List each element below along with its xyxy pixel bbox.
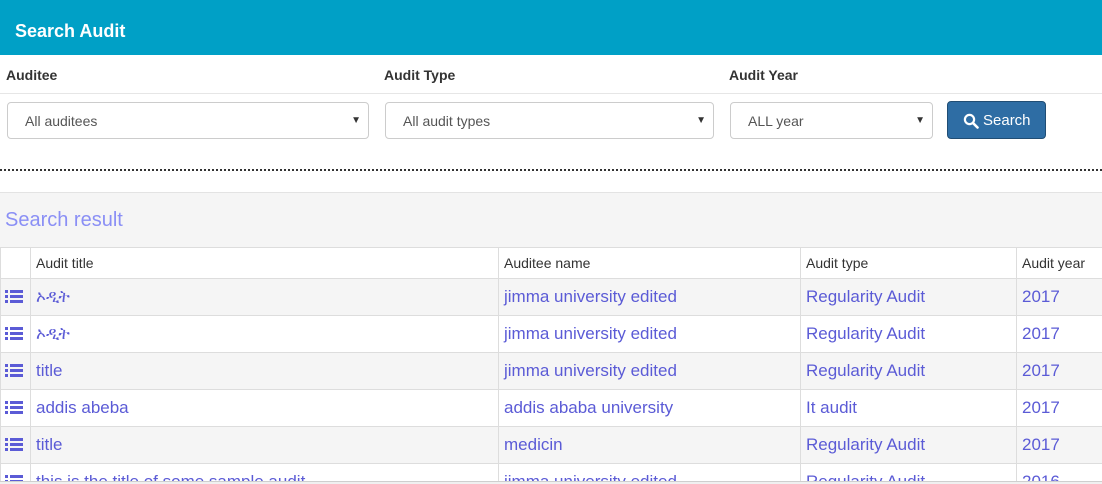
audit-year-cell[interactable]: 2017 [1016, 278, 1102, 316]
audit-year-select-value: ALL year [748, 113, 804, 129]
table-header-row: Audit title Auditee name Audit type Audi… [0, 247, 1102, 279]
search-button-label: Search [983, 112, 1031, 129]
row-icon-cell[interactable] [0, 426, 31, 464]
audit-year-cell[interactable]: 2017 [1016, 389, 1102, 427]
auditee-name-cell[interactable]: addis ababa university [498, 389, 801, 427]
section-divider [0, 169, 1102, 171]
search-icon [963, 113, 979, 129]
auditee-label: Auditee [6, 67, 58, 83]
audit-title-cell[interactable]: ኦዲት [30, 315, 499, 353]
list-icon[interactable] [4, 363, 24, 380]
search-button[interactable]: Search [947, 101, 1046, 139]
column-header-audit-year: Audit year [1016, 247, 1102, 279]
auditee-name-cell[interactable]: jimma university edited [498, 352, 801, 390]
table-row[interactable]: ኦዲት jimma university edited Regularity A… [0, 278, 1102, 316]
list-icon[interactable] [4, 289, 24, 306]
caret-down-icon: ▼ [696, 115, 706, 126]
filter-label-divider [0, 93, 1102, 94]
results-table: Audit title Auditee name Audit type Audi… [0, 247, 1102, 484]
list-icon[interactable] [4, 437, 24, 454]
auditee-name-cell[interactable]: jimma university edited [498, 278, 801, 316]
audit-title-cell[interactable]: title [30, 352, 499, 390]
caret-down-icon: ▼ [351, 115, 361, 126]
audit-title-cell[interactable]: title [30, 426, 499, 464]
row-icon-cell[interactable] [0, 278, 31, 316]
audit-title-cell[interactable]: addis abeba [30, 389, 499, 427]
column-header-audit-title: Audit title [30, 247, 499, 279]
audit-year-cell[interactable]: 2017 [1016, 426, 1102, 464]
list-icon[interactable] [4, 400, 24, 417]
table-row[interactable]: addis abeba addis ababa university It au… [0, 389, 1102, 427]
column-header-audit-type: Audit type [800, 247, 1017, 279]
auditee-name-cell[interactable]: jimma university edited [498, 315, 801, 353]
table-row[interactable]: title medicin Regularity Audit 2017 [0, 426, 1102, 464]
column-header-icon [0, 247, 31, 279]
results-heading: Search result [5, 209, 123, 231]
auditee-select[interactable]: All auditees ▼ [7, 102, 369, 139]
list-icon[interactable] [4, 326, 24, 343]
page-title: Search Audit [15, 21, 126, 41]
audit-type-cell[interactable]: Regularity Audit [800, 315, 1017, 353]
audit-type-cell[interactable]: Regularity Audit [800, 352, 1017, 390]
table-row[interactable]: ኦዲት jimma university edited Regularity A… [0, 315, 1102, 353]
table-row[interactable]: title jimma university edited Regularity… [0, 352, 1102, 390]
audit-year-cell[interactable]: 2017 [1016, 352, 1102, 390]
audit-type-select[interactable]: All audit types ▼ [385, 102, 714, 139]
row-icon-cell[interactable] [0, 352, 31, 390]
column-header-auditee-name: Auditee name [498, 247, 801, 279]
audit-type-select-value: All audit types [403, 113, 491, 129]
page-header: Search Audit [0, 0, 1102, 55]
audit-type-cell[interactable]: It audit [800, 389, 1017, 427]
audit-type-cell[interactable]: Regularity Audit [800, 426, 1017, 464]
audit-year-label: Audit Year [729, 67, 798, 83]
audit-year-cell[interactable]: 2017 [1016, 315, 1102, 353]
auditee-select-value: All auditees [25, 113, 98, 129]
audit-type-label: Audit Type [384, 67, 456, 83]
auditee-name-cell[interactable]: medicin [498, 426, 801, 464]
audit-year-select[interactable]: ALL year ▼ [730, 102, 933, 139]
audit-title-cell[interactable]: ኦዲት [30, 278, 499, 316]
caret-down-icon: ▼ [915, 115, 925, 126]
row-icon-cell[interactable] [0, 315, 31, 353]
row-icon-cell[interactable] [0, 389, 31, 427]
audit-type-cell[interactable]: Regularity Audit [800, 278, 1017, 316]
